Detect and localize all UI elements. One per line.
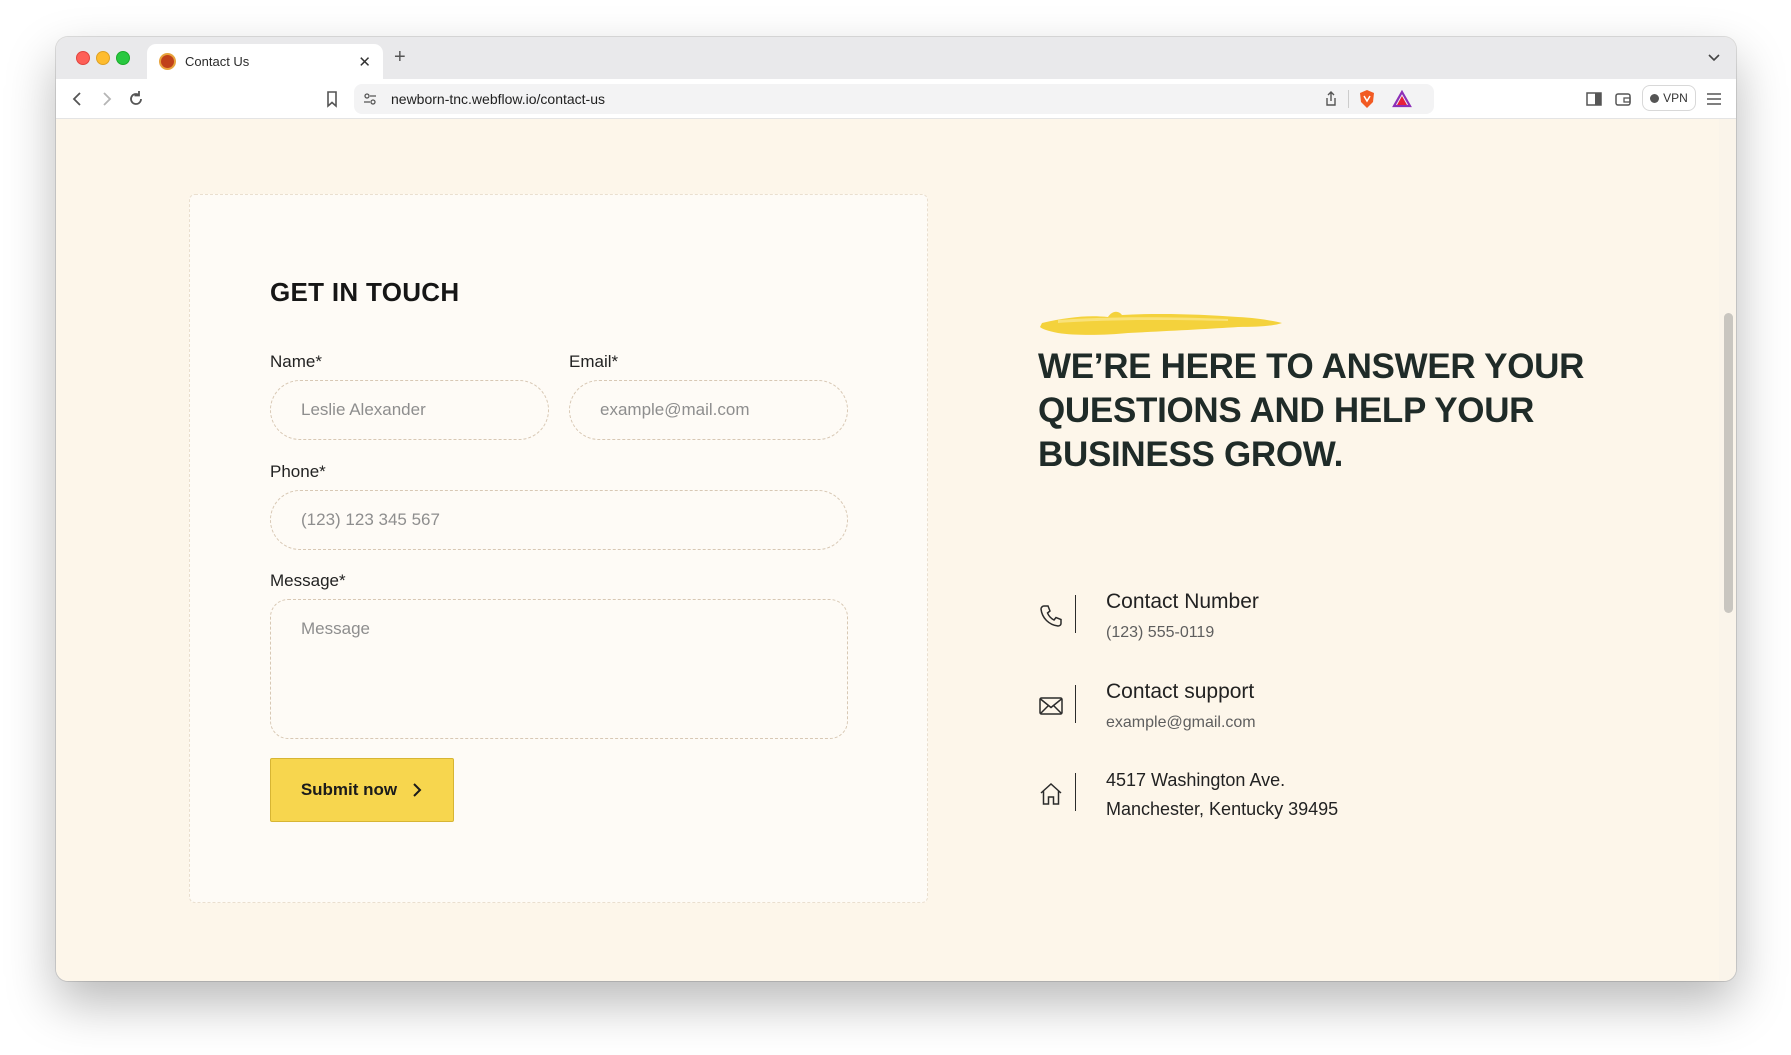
vpn-label: VPN — [1663, 91, 1688, 105]
close-window-button[interactable] — [76, 51, 90, 65]
message-label: Message* — [270, 571, 346, 590]
address-bar[interactable]: newborn-tnc.webflow.io/contact-us — [354, 84, 1434, 114]
name-input[interactable]: Leslie Alexander — [270, 380, 549, 440]
reload-icon[interactable] — [126, 89, 146, 109]
mail-icon — [1039, 697, 1063, 715]
wallet-icon[interactable] — [1613, 89, 1633, 109]
contact-form-card: GET IN TOUCH Name* Leslie Alexander Emai… — [189, 194, 928, 903]
tab-contact-us[interactable]: Contact Us ✕ — [147, 44, 383, 79]
url-text: newborn-tnc.webflow.io/contact-us — [391, 91, 605, 107]
contact-number-value[interactable]: (123) 555-0119 — [1106, 624, 1214, 642]
home-icon — [1040, 782, 1062, 805]
submit-button[interactable]: Submit now — [270, 758, 454, 822]
message-textarea[interactable]: Message — [270, 599, 848, 739]
minimize-window-button[interactable] — [96, 51, 110, 65]
contact-number-title: Contact Number — [1106, 590, 1259, 613]
separator — [1075, 595, 1076, 633]
phone-icon — [1040, 605, 1062, 627]
phone-label: Phone* — [270, 462, 326, 481]
vpn-status-icon — [1650, 93, 1660, 103]
browser-window: Contact Us ✕ + newborn-tnc.webflow.io/co… — [56, 37, 1736, 981]
site-favicon-icon — [159, 53, 176, 70]
brush-stroke-decoration — [1040, 311, 1282, 335]
email-input[interactable]: example@mail.com — [569, 380, 848, 440]
chevron-down-icon[interactable] — [1706, 49, 1722, 65]
menu-icon[interactable] — [1704, 89, 1724, 109]
address-line-1: 4517 Washington Ave. — [1106, 770, 1286, 790]
contact-support-value[interactable]: example@gmail.com — [1106, 714, 1256, 732]
separator — [1075, 773, 1076, 811]
maximize-window-button[interactable] — [116, 51, 130, 65]
tab-bar: Contact Us ✕ + — [56, 37, 1736, 79]
brave-shield-icon[interactable] — [1358, 89, 1376, 109]
submit-label: Submit now — [300, 780, 398, 799]
name-label: Name* — [270, 352, 322, 371]
contact-support-row: Contact support example@gmail.com — [1038, 680, 1638, 753]
page-content: GET IN TOUCH Name* Leslie Alexander Emai… — [56, 119, 1719, 981]
forward-icon[interactable] — [96, 89, 116, 109]
close-tab-icon[interactable]: ✕ — [358, 53, 371, 71]
phone-input[interactable]: (123) 123 345 567 — [270, 490, 848, 550]
address-row: 4517 Washington Ave. Manchester, Kentuck… — [1038, 770, 1638, 841]
form-title: GET IN TOUCH — [270, 277, 460, 307]
contact-support-title: Contact support — [1106, 680, 1255, 703]
scrollbar-thumb[interactable] — [1724, 313, 1733, 613]
share-icon[interactable] — [1322, 90, 1340, 108]
back-icon[interactable] — [68, 89, 88, 109]
headline: WE’RE HERE TO ANSWER YOUR QUESTIONS AND … — [1038, 347, 1585, 474]
tab-title: Contact Us — [185, 54, 250, 69]
chevron-right-icon — [413, 783, 422, 797]
browser-toolbar: newborn-tnc.webflow.io/contact-us VPN — [56, 79, 1736, 119]
site-settings-icon[interactable] — [363, 92, 377, 106]
bookmark-icon[interactable] — [322, 89, 342, 109]
sidebar-icon[interactable] — [1584, 89, 1604, 109]
new-tab-button[interactable]: + — [394, 46, 406, 69]
vpn-button[interactable]: VPN — [1642, 85, 1696, 111]
separator — [1075, 685, 1076, 723]
address-line-2: Manchester, Kentucky 39495 — [1106, 799, 1339, 819]
brave-rewards-icon[interactable] — [1392, 90, 1412, 108]
email-label: Email* — [569, 352, 619, 371]
contact-number-row: Contact Number (123) 555-0119 — [1038, 590, 1638, 663]
